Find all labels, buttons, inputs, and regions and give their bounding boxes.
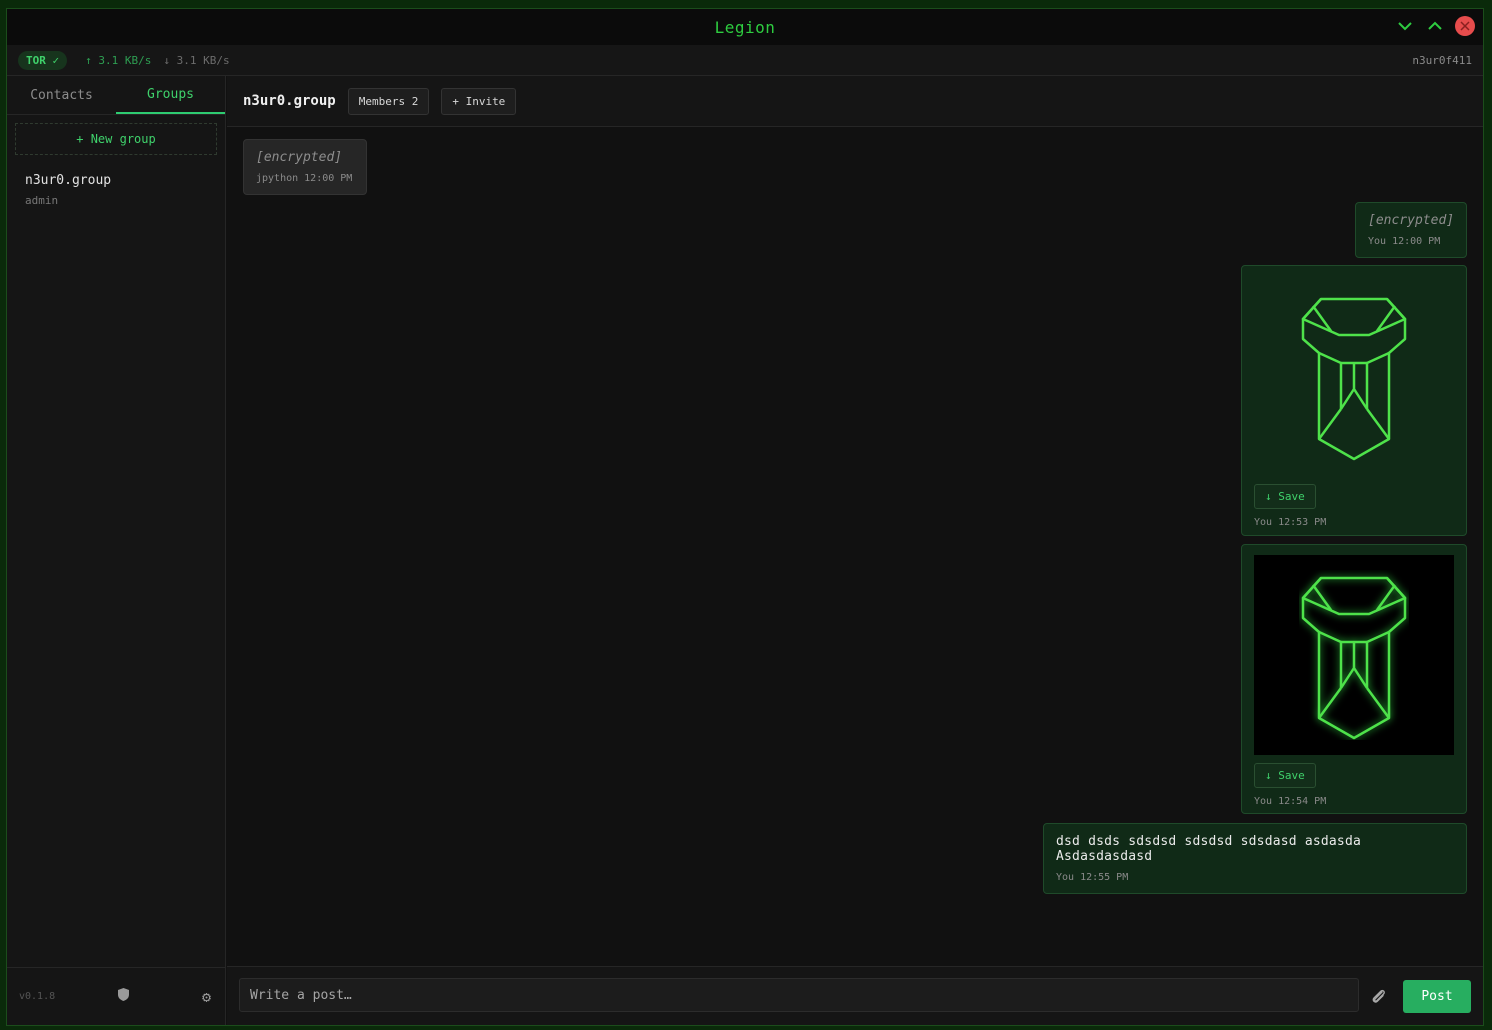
window-controls (1395, 16, 1475, 36)
message-meta: jpython 12:00 PM (256, 173, 354, 184)
sidebar-tabs: Contacts Groups (7, 76, 225, 115)
message-sender: jpython (256, 173, 299, 184)
image-message: ↓ Save You 12:54 PM (1241, 544, 1467, 814)
message-sender: You (1254, 796, 1273, 807)
chat-title: n3ur0.group (243, 93, 336, 109)
message-meta: You 12:53 PM (1254, 517, 1454, 528)
message-text: dsd dsds sdsdsd sdsdsd sdsdasd asdasda A… (1056, 834, 1362, 864)
image-message: ↓ Save You 12:53 PM (1241, 265, 1467, 536)
group-role: admin (25, 194, 59, 207)
chevron-down-icon[interactable] (1395, 16, 1415, 36)
group-list-item[interactable]: n3ur0.group admin (7, 155, 225, 207)
chat-header: n3ur0.group Members 2 + Invite (227, 76, 1483, 127)
sidebar-footer: v0.1.8 ⚙ (7, 967, 225, 1025)
chat-panel: n3ur0.group Members 2 + Invite [encrypte… (227, 76, 1483, 1025)
message-time: 12:53 PM (1278, 517, 1327, 528)
node-id: n3ur0f411 (1412, 53, 1472, 67)
message-bubble: dsd dsds sdsdsd sdsdsd sdsdasd asdasda A… (1043, 823, 1467, 894)
message-time: 12:00 PM (304, 173, 353, 184)
upload-rate: ↑ 3.1 KB/s (85, 53, 152, 67)
save-button[interactable]: ↓ Save (1254, 484, 1316, 509)
message-meta: You 12:00 PM (1368, 236, 1454, 247)
message-sender: You (1368, 236, 1387, 247)
message-time: 12:55 PM (1080, 872, 1129, 883)
message-text: [encrypted] (256, 150, 343, 165)
message-bubble: [encrypted] jpython 12:00 PM (243, 139, 367, 195)
members-button[interactable]: Members 2 (347, 87, 430, 115)
tab-groups[interactable]: Groups (116, 76, 225, 114)
close-icon[interactable] (1455, 16, 1475, 36)
legion-logo[interactable] (1254, 276, 1454, 476)
tab-contacts[interactable]: Contacts (7, 76, 116, 114)
message-text: [encrypted] (1368, 213, 1455, 228)
message-meta: You 12:54 PM (1254, 796, 1454, 807)
post-button[interactable]: Post (1403, 980, 1471, 1013)
message-time: 12:54 PM (1278, 796, 1327, 807)
new-group-button[interactable]: + New group (15, 123, 217, 155)
sidebar: Contacts Groups + New group n3ur0.group … (7, 76, 226, 1025)
post-input[interactable] (239, 978, 1359, 1012)
message-sender: You (1056, 872, 1075, 883)
app-window: Legion TOR ✓ ↑ 3.1 KB/s ↓ 3.1 KB/s n3ur0… (6, 8, 1484, 1026)
gear-icon[interactable]: ⚙ (202, 988, 211, 1006)
app-title: Legion (714, 17, 776, 37)
message-time: 12:00 PM (1392, 236, 1441, 247)
message-bubble: [encrypted] You 12:00 PM (1355, 202, 1467, 258)
message-sender: You (1254, 517, 1273, 528)
save-button[interactable]: ↓ Save (1254, 763, 1316, 788)
version-label: v0.1.8 (19, 991, 56, 1002)
invite-button[interactable]: + Invite (441, 87, 517, 115)
message-meta: You 12:55 PM (1056, 872, 1454, 883)
shield-icon[interactable] (117, 987, 130, 1006)
titlebar: Legion (7, 9, 1483, 45)
download-rate: ↓ 3.1 KB/s (163, 53, 230, 67)
composer: Post (227, 966, 1483, 1025)
tor-status-badge: TOR ✓ (18, 50, 68, 70)
legion-logo[interactable] (1254, 555, 1454, 755)
chevron-up-icon[interactable] (1425, 16, 1445, 36)
group-name: n3ur0.group (25, 173, 112, 188)
paperclip-icon[interactable] (1370, 988, 1388, 1010)
status-bar: TOR ✓ ↑ 3.1 KB/s ↓ 3.1 KB/s n3ur0f411 (7, 45, 1483, 76)
